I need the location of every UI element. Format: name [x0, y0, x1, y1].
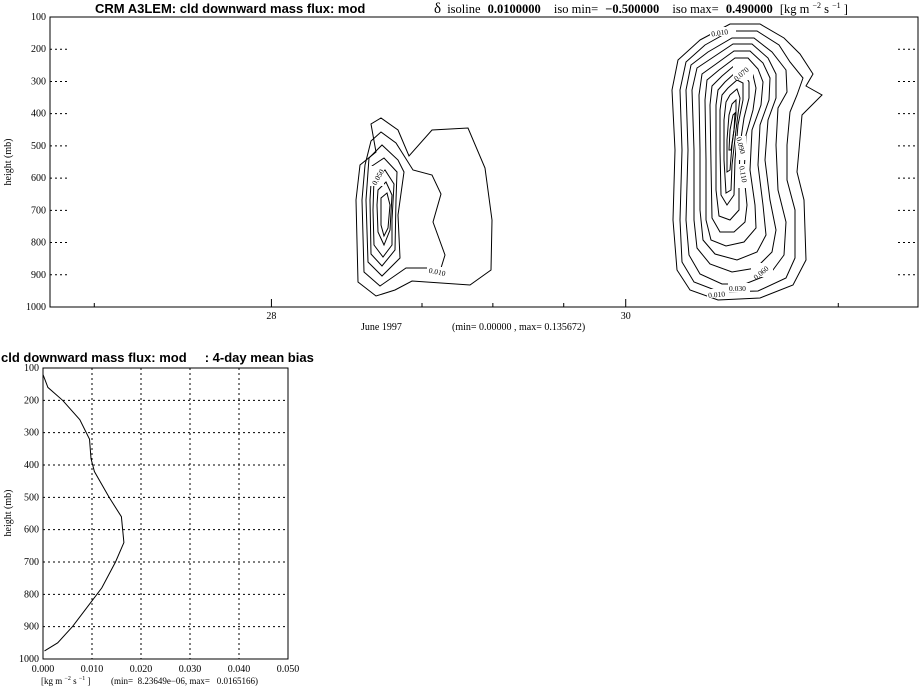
- profile-x-tick-label: 0.040: [228, 664, 251, 675]
- profile-xlabel-exp1: −2: [65, 676, 71, 682]
- profile-xlabel-pre: [kg m: [41, 676, 62, 686]
- profile-minmax-note: (min= 8.23649e−06, max= 0.0165166): [111, 676, 258, 686]
- iso-min-label: iso min=: [554, 2, 598, 16]
- profile-series-line: [42, 374, 125, 652]
- contour-x-tick-label: 28: [266, 311, 276, 322]
- profile-chart-title: cld downward mass flux: mod : 4-day mean…: [1, 350, 314, 365]
- contour-y-tick-label: 700: [31, 205, 46, 216]
- contour-left-070: [380, 192, 391, 238]
- contour-label-8: 0.030: [729, 284, 746, 293]
- profile-xlabel-mid: s: [73, 676, 77, 686]
- contour-left-010: [355, 117, 493, 297]
- contour-chart: CRM A3LEM: cld downward mass flux: mod δ…: [3, 0, 919, 333]
- profile-y-tick-label: 200: [24, 395, 39, 406]
- profile-y-tick-label: 500: [24, 492, 39, 503]
- profile-y-tick-label: 900: [24, 622, 39, 633]
- contour-label-group: 0.010 0.050 0.010 0.070 0.090 0.110 0.06…: [370, 27, 773, 300]
- contour-y-tick-label: 800: [31, 238, 46, 249]
- contour-y-tick-label: 500: [31, 141, 46, 152]
- isoline-label: isoline: [447, 2, 481, 16]
- contour-y-grid: [50, 48, 918, 276]
- contour-xlabel: June 1997: [361, 322, 402, 333]
- profile-x-tick-label: 0.030: [179, 664, 202, 675]
- units-post: ]: [844, 2, 848, 16]
- profile-y-tick-label: 800: [24, 589, 39, 600]
- profile-x-tick-label: 0.000: [32, 664, 55, 675]
- contour-y-tick-label: 400: [31, 109, 46, 120]
- iso-max-value: 0.490000: [726, 2, 773, 16]
- profile-y-tick-label: 700: [24, 557, 39, 568]
- units-mid: s: [824, 2, 829, 16]
- profile-plot-frame: [42, 367, 289, 660]
- profile-x-tick-label: 0.010: [81, 664, 104, 675]
- contour-x-tick-label: 30: [621, 311, 631, 322]
- profile-xlabel-post: ]: [88, 676, 91, 686]
- isoline-value: 0.0100000: [488, 2, 541, 16]
- contour-chart-subtitle: δ isoline 0.0100000 iso min= −0.500000 i…: [434, 0, 848, 17]
- profile-y-tick-label: 100: [24, 363, 39, 374]
- iso-max-label: iso max=: [672, 2, 718, 16]
- contour-label-3: 0.010: [711, 27, 729, 38]
- contour-left-020: [361, 131, 446, 287]
- contour-y-tick-labels: 100 200 300 400 500 600 700 800 900 1000: [26, 12, 46, 313]
- contour-ylabel: height (mb): [3, 139, 14, 186]
- profile-y-tick-label: 400: [24, 460, 39, 471]
- profile-y-tick-label: 600: [24, 525, 39, 536]
- profile-ylabel: height (mb): [3, 490, 14, 537]
- contour-y-tick-label: 100: [31, 12, 46, 23]
- contour-minmax-note: (min= 0.00000 , max= 0.135672): [452, 322, 585, 333]
- contour-left-030: [365, 144, 405, 277]
- contour-y-tick-label: 900: [31, 270, 46, 281]
- contour-right-060: [704, 57, 764, 247]
- profile-chart: cld downward mass flux: mod : 4-day mean…: [1, 350, 314, 686]
- contour-y-tick-label: 600: [31, 173, 46, 184]
- figure: CRM A3LEM: cld downward mass flux: mod δ…: [1, 0, 919, 686]
- contour-y-tick-label: 300: [31, 76, 46, 87]
- contour-y-tick-label: 200: [31, 44, 46, 55]
- profile-xlabel-exp2: −1: [79, 676, 85, 682]
- contour-x-ticks: 28 30: [93, 299, 839, 322]
- profile-y-tick-label: 300: [24, 428, 39, 439]
- contour-plot-frame: [49, 16, 919, 308]
- profile-y-tick-labels: 1002003004005006007008009001000: [19, 363, 39, 665]
- units-exp2: −1: [832, 1, 841, 10]
- profile-x-tick-label: 0.020: [130, 664, 153, 675]
- profile-x-tick-label: 0.050: [277, 664, 300, 675]
- units-pre: [kg m: [780, 2, 810, 16]
- delta-symbol: δ: [434, 1, 441, 17]
- contour-chart-title: CRM A3LEM: cld downward mass flux: mod: [95, 1, 365, 16]
- contour-y-tick-label: 1000: [26, 302, 46, 313]
- profile-grid: [43, 368, 288, 659]
- iso-min-value: −0.500000: [605, 2, 659, 16]
- contour-label-9: 0.010: [708, 289, 726, 299]
- units-exp1: −2: [812, 1, 821, 10]
